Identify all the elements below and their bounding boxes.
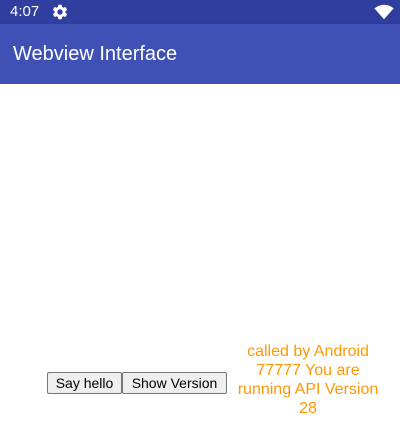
app-bar: Webview Interface [0, 24, 400, 84]
app-title: Webview Interface [13, 43, 178, 65]
say-hello-button[interactable]: Say hello [47, 372, 122, 394]
status-time: 4:07 [10, 3, 40, 20]
status-bar: 4:07 [0, 0, 400, 24]
webview: Say hello Show Version called by Android… [0, 84, 400, 424]
wifi-icon [374, 4, 394, 20]
android-message: called by Android 77777 You are running … [237, 343, 379, 417]
show-version-button[interactable]: Show Version [122, 372, 227, 394]
gear-icon [52, 4, 68, 20]
